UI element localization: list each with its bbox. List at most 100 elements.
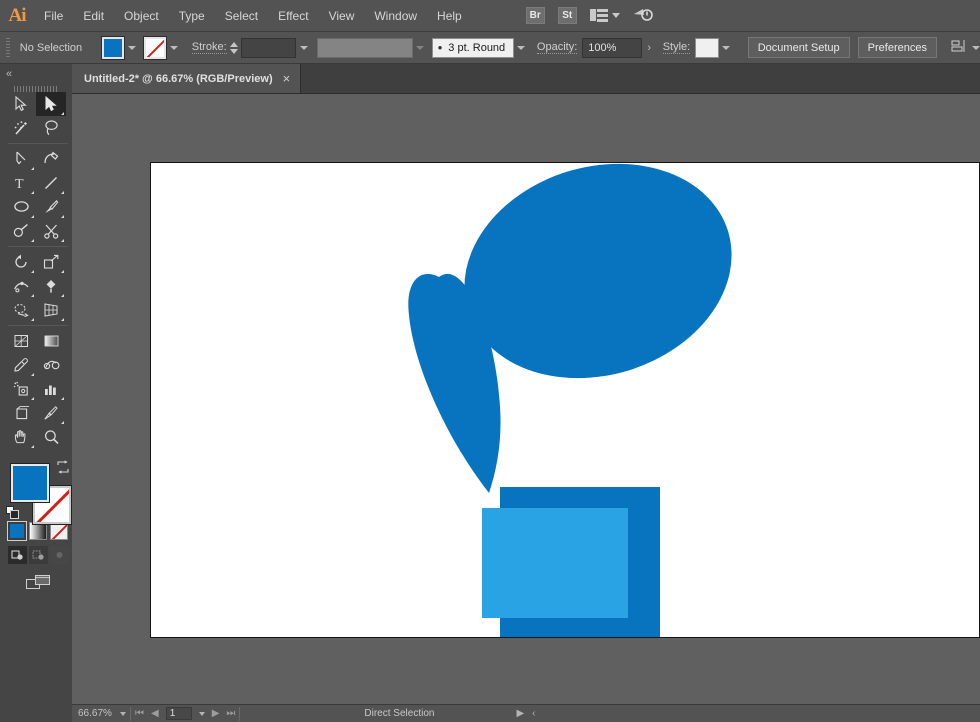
menu-object[interactable]: Object: [114, 0, 169, 32]
menu-file[interactable]: File: [34, 0, 73, 32]
width-tool[interactable]: [6, 274, 36, 298]
menu-help[interactable]: Help: [427, 0, 472, 32]
menu-effect[interactable]: Effect: [268, 0, 318, 32]
page-navigation: ⏮ ◀ 1 ▶ ⏭: [135, 707, 235, 720]
blend-tool[interactable]: [36, 353, 66, 377]
chevron-down-icon[interactable]: [971, 45, 980, 50]
free-transform-tool[interactable]: [36, 274, 66, 298]
draw-behind-button[interactable]: [29, 546, 48, 564]
control-bar-grip[interactable]: [6, 37, 10, 58]
default-fill-stroke-icon[interactable]: [6, 506, 20, 520]
mesh-tool[interactable]: [6, 329, 36, 353]
last-page-icon[interactable]: ⏭: [226, 708, 235, 719]
type-tool[interactable]: T: [6, 171, 36, 195]
bridge-button[interactable]: Br: [525, 7, 545, 24]
prev-page-icon[interactable]: ◀: [151, 708, 159, 719]
rotate-tool[interactable]: [6, 250, 36, 274]
stroke-weight-stepper[interactable]: [229, 41, 238, 54]
chevron-down-icon: [169, 45, 178, 50]
brush-definition-input[interactable]: • 3 pt. Round: [431, 37, 514, 58]
page-number-input[interactable]: 1: [165, 707, 192, 720]
draw-normal-button[interactable]: [8, 546, 27, 564]
document-setup-button[interactable]: Document Setup: [747, 37, 850, 58]
gradient-tool[interactable]: [36, 329, 66, 353]
tool-flyout-corner-icon: [61, 294, 64, 297]
color-mode-button[interactable]: [8, 522, 26, 540]
slice-tool[interactable]: [36, 401, 66, 425]
chevron-down-icon: [127, 45, 136, 50]
magic-wand-tool[interactable]: [6, 116, 36, 140]
fill-swatch-icon[interactable]: [101, 36, 124, 59]
shape-builder-tool[interactable]: [6, 298, 36, 322]
toolbar-divider: [8, 246, 68, 247]
gradient-mode-button[interactable]: [29, 522, 47, 540]
artboard[interactable]: [150, 162, 980, 638]
artboard-tool[interactable]: [6, 401, 36, 425]
align-objects-icon[interactable]: [951, 38, 967, 57]
change-screen-mode-icon[interactable]: [24, 572, 54, 592]
menu-type[interactable]: Type: [169, 0, 215, 32]
document-tab[interactable]: Untitled-2* @ 66.67% (RGB/Preview) ×: [72, 64, 302, 93]
graphic-style-swatch[interactable]: [695, 37, 719, 58]
fill-dropdown-button[interactable]: [124, 37, 140, 59]
status-expand-icon[interactable]: ‹: [532, 708, 535, 719]
line-segment-tool[interactable]: [36, 171, 66, 195]
pen-tool[interactable]: [6, 147, 36, 171]
swap-fill-stroke-icon[interactable]: [56, 460, 70, 474]
style-dropdown-button[interactable]: [719, 37, 734, 59]
light-blue-rect[interactable]: [482, 508, 628, 618]
page-dropdown-icon[interactable]: [198, 711, 205, 716]
shaper-tool[interactable]: [6, 219, 36, 243]
opacity-dropdown-button[interactable]: ›: [642, 37, 657, 59]
symbol-sprayer-tool[interactable]: [6, 377, 36, 401]
first-page-icon[interactable]: ⏮: [135, 708, 144, 719]
search-adobe-icon[interactable]: [633, 5, 653, 26]
workspace-switcher[interactable]: [589, 9, 620, 22]
current-tool-label[interactable]: Direct Selection: [364, 708, 434, 719]
toolbar-fill-swatch[interactable]: [11, 464, 49, 502]
scissors-tool[interactable]: [36, 219, 66, 243]
draw-inside-button[interactable]: [50, 546, 69, 564]
scale-tool[interactable]: [36, 250, 66, 274]
style-label[interactable]: Style:: [662, 41, 691, 54]
tools-list: T: [6, 92, 70, 449]
zoom-dropdown-icon[interactable]: [120, 711, 126, 716]
stroke-weight-label[interactable]: Stroke:: [191, 41, 227, 54]
direct-selection-tool[interactable]: [36, 92, 66, 116]
curvature-tool[interactable]: [36, 147, 66, 171]
lasso-tool[interactable]: [36, 116, 66, 140]
selection-status-label: No Selection: [19, 41, 83, 54]
preferences-button[interactable]: Preferences: [857, 37, 937, 58]
zoom-tool[interactable]: [36, 425, 66, 449]
zoom-level-value[interactable]: 66.67%: [72, 708, 120, 719]
canvas-area[interactable]: [72, 94, 980, 704]
collapse-panel-icon[interactable]: «: [6, 68, 12, 80]
stroke-weight-input[interactable]: [240, 37, 297, 58]
paintbrush-tool[interactable]: [36, 195, 66, 219]
opacity-label[interactable]: Opacity:: [536, 41, 578, 54]
menu-edit[interactable]: Edit: [73, 0, 114, 32]
chevron-down-icon: [517, 45, 526, 50]
tool-flyout-corner-icon: [31, 239, 34, 242]
column-graph-tool[interactable]: [36, 377, 66, 401]
menu-window[interactable]: Window: [364, 0, 427, 32]
opacity-input[interactable]: 100%: [582, 37, 642, 58]
none-mode-button[interactable]: [50, 522, 68, 540]
width-profile-dropdown-button[interactable]: [413, 37, 428, 59]
stroke-none-swatch-icon[interactable]: [143, 36, 166, 59]
menu-select[interactable]: Select: [215, 0, 268, 32]
ellipse-tool[interactable]: [6, 195, 36, 219]
next-page-icon[interactable]: ▶: [212, 708, 220, 719]
brush-definition-dropdown-button[interactable]: [514, 37, 529, 59]
stroke-weight-dropdown-button[interactable]: [296, 37, 311, 59]
stroke-dropdown-button[interactable]: [166, 37, 182, 59]
perspective-grid-tool[interactable]: [36, 298, 66, 322]
selection-tool[interactable]: [6, 92, 36, 116]
menu-view[interactable]: View: [319, 0, 365, 32]
close-icon[interactable]: ×: [283, 72, 291, 85]
menu-bar: Ai File Edit Object Type Select Effect V…: [0, 0, 980, 32]
width-profile-input[interactable]: [317, 37, 413, 58]
stock-button[interactable]: St: [557, 7, 577, 24]
eyedropper-tool[interactable]: [6, 353, 36, 377]
hand-tool[interactable]: [6, 425, 36, 449]
